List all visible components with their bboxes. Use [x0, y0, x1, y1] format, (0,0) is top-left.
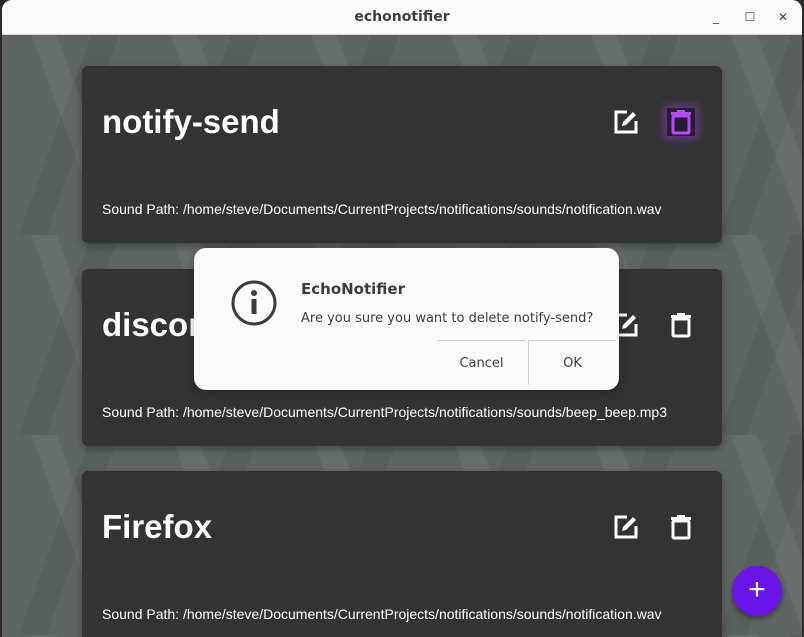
dialog-message: Are you sure you want to delete notify-s…	[301, 311, 594, 326]
confirm-delete-dialog: EchoNotifier Are you sure you want to de…	[194, 248, 619, 390]
edit-icon[interactable]	[612, 108, 640, 136]
delete-icon[interactable]	[667, 108, 695, 136]
info-icon	[231, 280, 277, 326]
cancel-button[interactable]: Cancel	[438, 340, 525, 385]
edit-icon[interactable]	[612, 513, 640, 541]
add-notifier-button[interactable]: +	[732, 566, 782, 616]
notifier-card: notify-send Sound Path: /home/steve/Docu…	[82, 66, 722, 243]
close-button[interactable]: ✕	[774, 8, 792, 26]
sound-path: Sound Path: /home/steve/Documents/Curren…	[102, 404, 667, 420]
notifier-card: Firefox Sound Path: /home/steve/Document…	[82, 471, 722, 637]
notifier-name: Firefox	[102, 508, 213, 545]
delete-icon[interactable]	[667, 311, 695, 339]
title-bar: echonotifier _ ☐ ✕	[2, 0, 802, 35]
maximize-button[interactable]: ☐	[741, 8, 759, 26]
minimize-button[interactable]: _	[707, 8, 725, 26]
ok-button[interactable]: OK	[528, 340, 616, 385]
delete-icon[interactable]	[667, 513, 695, 541]
dialog-title: EchoNotifier	[301, 280, 405, 298]
window-title: echonotifier	[354, 9, 450, 25]
notifier-name: notify-send	[102, 103, 280, 140]
plus-icon: +	[748, 573, 766, 606]
sound-path: Sound Path: /home/steve/Documents/Curren…	[102, 606, 662, 622]
sound-path: Sound Path: /home/steve/Documents/Curren…	[102, 201, 662, 217]
